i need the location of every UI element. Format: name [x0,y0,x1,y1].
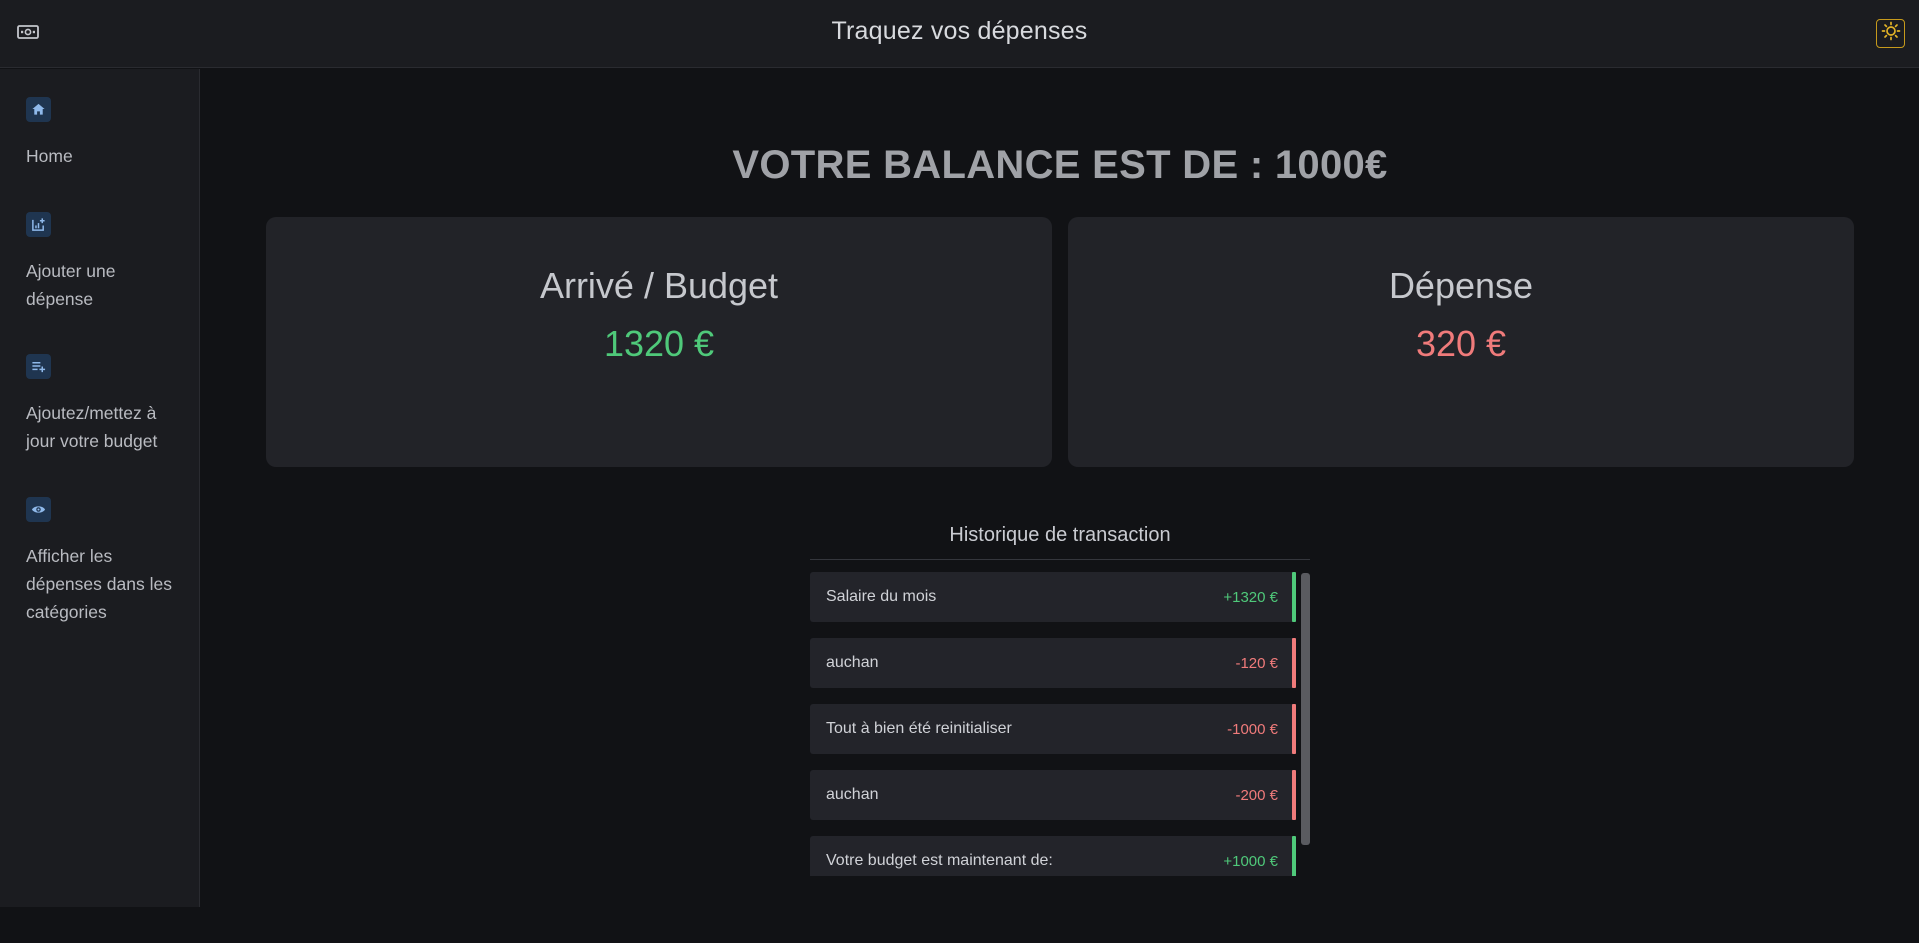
eye-icon [26,497,51,522]
sidebar-item-home[interactable]: Home [26,97,186,170]
home-icon [26,97,51,122]
sidebar-item-label: Ajouter une dépense [26,257,186,313]
card-title: Dépense [1068,265,1854,307]
transaction-item[interactable]: Tout à bien été reinitialiser -1000 € [810,704,1296,754]
expense-indicator [1292,770,1296,820]
income-indicator [1292,572,1296,622]
transaction-item[interactable]: auchan -120 € [810,638,1296,688]
top-bar: Traquez vos dépenses [0,0,1919,68]
add-chart-icon [26,212,51,237]
history-scrollbar[interactable] [1301,573,1310,845]
transaction-amount: -120 € [1235,655,1278,672]
transaction-item[interactable]: auchan -200 € [810,770,1296,820]
sidebar-item-categories[interactable]: Afficher les dépenses dans les catégorie… [26,497,186,626]
transaction-list[interactable]: Salaire du mois +1320 € auchan -120 € To… [810,572,1296,876]
expense-card: Dépense 320 € [1068,217,1854,467]
transaction-label: Votre budget est maintenant de: [826,852,1053,870]
sidebar-item-add-expense[interactable]: Ajouter une dépense [26,212,186,313]
sidebar-item-label: Home [26,142,186,170]
sidebar-item-update-budget[interactable]: Ajoutez/mettez à jour votre budget [26,354,186,455]
income-card: Arrivé / Budget 1320 € [266,217,1052,467]
transaction-amount: +1000 € [1223,853,1278,870]
transaction-amount: +1320 € [1223,589,1278,606]
history-title: Historique de transaction [810,519,1310,560]
expense-indicator [1292,704,1296,754]
transaction-label: Tout à bien été reinitialiser [826,720,1012,738]
sidebar: Home Ajouter une dépense Ajoutez/mettez … [0,69,200,907]
transaction-label: Salaire du mois [826,588,936,606]
sidebar-item-label: Afficher les dépenses dans les catégorie… [26,542,186,626]
income-value: 1320 € [266,323,1052,365]
transaction-item[interactable]: Votre budget est maintenant de: +1000 € [810,836,1296,876]
card-title: Arrivé / Budget [266,265,1052,307]
playlist-add-icon [26,354,51,379]
transaction-history: Historique de transaction Salaire du moi… [810,519,1310,943]
expense-indicator [1292,638,1296,688]
balance-heading: VOTRE BALANCE EST DE : 1000€ [201,143,1919,188]
sun-icon [1881,21,1901,46]
transaction-item[interactable]: Salaire du mois +1320 € [810,572,1296,622]
income-indicator [1292,836,1296,876]
transaction-label: auchan [826,786,879,804]
theme-toggle-button[interactable] [1876,19,1905,48]
app-title: Traquez vos dépenses [0,17,1919,46]
transaction-amount: -1000 € [1227,721,1278,738]
transaction-amount: -200 € [1235,787,1278,804]
expense-value: 320 € [1068,323,1854,365]
transaction-label: auchan [826,654,879,672]
sidebar-item-label: Ajoutez/mettez à jour votre budget [26,399,186,455]
main-content: VOTRE BALANCE EST DE : 1000€ Arrivé / Bu… [201,69,1919,907]
